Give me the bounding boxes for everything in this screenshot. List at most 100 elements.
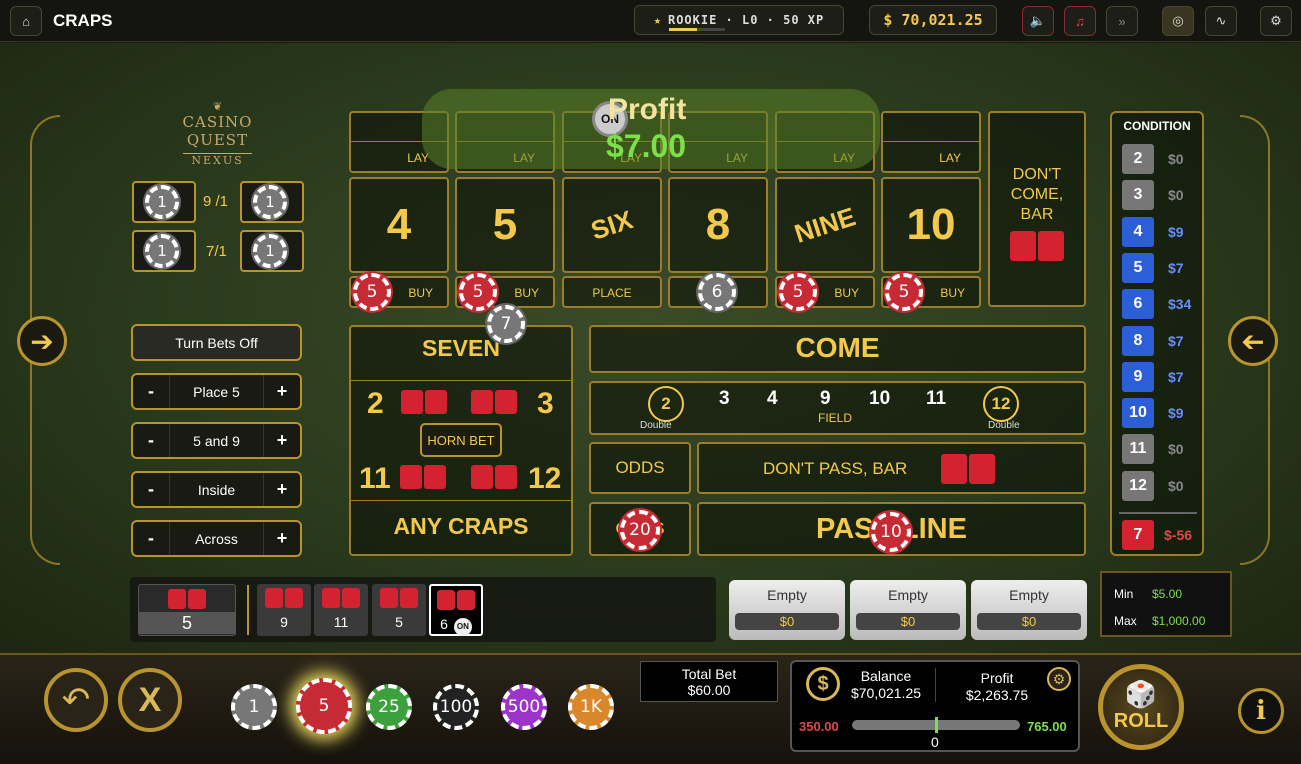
profit-label: Profit <box>980 670 1014 686</box>
dont-come-bar[interactable]: DON'T COME, BAR <box>988 111 1086 307</box>
profit-range-bar <box>852 717 1020 733</box>
minus-button[interactable]: - <box>133 479 169 500</box>
place-number-5[interactable]: 5 <box>455 177 555 273</box>
place-number-4[interactable]: 4 <box>349 177 449 273</box>
hardway-chip: 1 <box>253 185 287 219</box>
saved-bet-slot[interactable]: Empty $0 <box>850 580 966 640</box>
seven-bet[interactable]: SEVEN <box>351 335 571 362</box>
plus-button[interactable]: + <box>264 479 300 500</box>
saved-bet-slot[interactable]: Empty $0 <box>971 580 1087 640</box>
rank-badge[interactable]: ★ ROOKIE · L0 · 50 XP <box>634 5 844 35</box>
bet-preset-label[interactable]: Across <box>169 522 264 555</box>
hardway-odds: 9 /1 <box>203 193 229 210</box>
dont-come-line: DON'T <box>1012 166 1062 183</box>
balance-block: Balance $70,021.25 <box>846 668 926 702</box>
boxcars-bet[interactable]: 12 <box>528 462 561 496</box>
minus-button[interactable]: - <box>133 528 169 549</box>
dice-icon <box>470 390 518 414</box>
page-title: CRAPS <box>53 11 113 30</box>
turn-bets-off-label: Turn Bets Off <box>175 334 258 351</box>
undo-button[interactable]: ↶ <box>44 668 108 732</box>
range-center-value: 0 <box>931 734 939 750</box>
condition-row: 2 $0 <box>1122 144 1200 174</box>
chip-25-button[interactable]: 25 <box>366 684 412 730</box>
minus-button[interactable]: - <box>133 381 169 402</box>
gear-icon: ⚙ <box>1052 670 1066 687</box>
plus-button[interactable]: + <box>264 528 300 549</box>
across-control: - Across + <box>131 520 302 557</box>
chip-500-button[interactable]: 500 <box>501 684 547 730</box>
come-bet[interactable]: COME <box>589 325 1086 373</box>
arrow-right-icon: ➔ <box>30 325 54 357</box>
number-label: 5 <box>492 200 518 249</box>
min-label: Min <box>1114 587 1134 601</box>
roll-label: ROLL <box>1113 710 1169 732</box>
roll-button[interactable]: 🎲 ROLL <box>1098 664 1184 750</box>
condition-number: 3 <box>1122 180 1154 211</box>
bet-preset-label[interactable]: 5 and 9 <box>169 424 264 457</box>
place-number-six[interactable]: SIX <box>562 177 662 273</box>
condition-row: 8 $7 <box>1122 325 1200 356</box>
number-label: 10 <box>906 200 956 249</box>
profit-block: Profit $2,263.75 <box>955 670 1039 704</box>
max-label: Max <box>1114 614 1137 628</box>
gear-icon: ⚙ <box>1270 13 1282 28</box>
place-5-control: - Place 5 + <box>131 373 302 410</box>
condition-number: 9 <box>1122 361 1154 392</box>
plus-button[interactable]: + <box>264 430 300 451</box>
condition-row: 5 $7 <box>1122 252 1200 283</box>
chip-1k-button[interactable]: 1K <box>568 684 614 730</box>
yo-eleven-bet[interactable]: 11 <box>359 462 391 496</box>
history-roll-value: 5 <box>395 614 403 630</box>
on-puck: ON <box>453 618 472 636</box>
place-number-nine[interactable]: NINE <box>775 177 875 273</box>
profit-label: Profit <box>608 93 687 126</box>
number-label: NINE <box>790 200 860 249</box>
music-button[interactable]: ♫ <box>1064 6 1096 36</box>
settings-button[interactable]: ⚙ <box>1260 6 1292 36</box>
chip-5-button[interactable]: 5 <box>296 678 352 734</box>
chip-100-button[interactable]: 100 <box>433 684 479 730</box>
inside-control: - Inside + <box>131 471 302 508</box>
hardway-chip: 1 <box>145 185 179 219</box>
home-icon: ⌂ <box>22 13 30 29</box>
plus-button[interactable]: + <box>264 381 300 402</box>
sound-button[interactable]: 🔈 <box>1022 6 1054 36</box>
minus-button[interactable]: - <box>133 430 169 451</box>
buy-bet[interactable]: PLACE <box>562 276 662 308</box>
craps-two-bet[interactable]: 2 <box>367 387 384 421</box>
stats-button[interactable]: ∿ <box>1205 6 1237 36</box>
field-number: 11 <box>926 388 947 409</box>
target-button[interactable]: ◎ <box>1162 6 1194 36</box>
condition-number: 11 <box>1122 434 1154 465</box>
condition-number: 4 <box>1122 216 1154 247</box>
fast-forward-button[interactable]: » <box>1106 6 1138 36</box>
info-button[interactable]: i <box>1238 688 1284 734</box>
wallet-settings-button[interactable]: ⚙ <box>1047 667 1071 691</box>
buy-label: BUY <box>940 286 965 300</box>
max-value: $1,000.00 <box>1152 614 1206 628</box>
place-number-10[interactable]: 10 <box>881 177 981 273</box>
condition-row: 9 $7 <box>1122 361 1200 392</box>
lay-bet[interactable]: LAY <box>881 111 981 173</box>
any-craps-bet[interactable]: ANY CRAPS <box>351 513 571 540</box>
horn-bet[interactable]: HORN BET <box>420 423 502 457</box>
chip-1-button[interactable]: 1 <box>231 684 277 730</box>
craps-three-bet[interactable]: 3 <box>537 387 554 421</box>
place-number-8[interactable]: 8 <box>668 177 768 273</box>
saved-bet-slot[interactable]: Empty $0 <box>729 580 845 640</box>
condition-value: $9 <box>1168 223 1184 240</box>
prev-arrow-button[interactable]: ➔ <box>1228 316 1278 366</box>
odds-bet[interactable]: ODDS <box>589 442 691 494</box>
bet-preset-label[interactable]: Inside <box>169 473 264 506</box>
condition-number: 8 <box>1122 325 1154 356</box>
balance-display: $ 70,021.25 <box>869 5 997 35</box>
double-label: Double <box>640 420 672 431</box>
condition-number: 5 <box>1122 252 1154 283</box>
clear-bets-button[interactable]: X <box>118 668 182 732</box>
next-arrow-button[interactable]: ➔ <box>17 316 67 366</box>
bet-preset-label[interactable]: Place 5 <box>169 375 264 408</box>
turn-bets-off-button[interactable]: Turn Bets Off <box>131 324 302 361</box>
home-button[interactable]: ⌂ <box>10 6 42 36</box>
condition-value: $9 <box>1168 405 1184 422</box>
